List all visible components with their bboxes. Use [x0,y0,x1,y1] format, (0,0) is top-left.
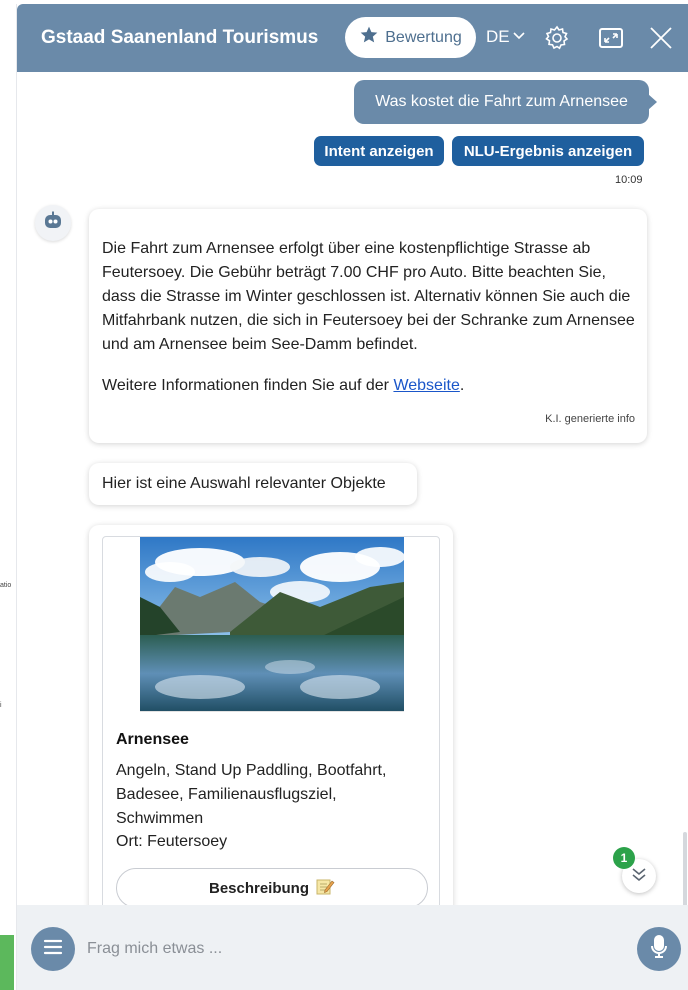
selection-text: Hier ist eine Auswahl relevanter Objekte [102,475,386,492]
microphone-button[interactable] [637,927,681,971]
nlu-result-button[interactable]: NLU-Ergebnis anzeigen [452,136,644,166]
object-card-bubble: Arnensee Angeln, Stand Up Paddling, Boot… [89,525,453,925]
rating-label: Bewertung [385,28,462,46]
description-button[interactable]: Beschreibung [116,868,428,908]
lake-image [140,537,404,712]
card-title: Arnensee [116,731,189,748]
chat-title: Gstaad Saanenland Tourismus [41,27,319,48]
robot-icon [42,211,64,236]
hamburger-icon [43,939,63,960]
intent-button[interactable]: Intent anzeigen [314,136,444,166]
message-input[interactable] [87,932,627,966]
card-activities: Angeln, Stand Up Paddling, Bootfahrt, Ba… [116,762,387,827]
unread-badge: 1 [613,847,635,869]
ai-generated-label: K.I. generierte info [545,413,635,425]
language-select[interactable]: DE [486,27,526,47]
more-info-text: Weitere Informationen finden Sie auf der… [102,377,465,394]
microphone-icon [649,934,669,964]
user-message: Was kostet die Fahrt zum Arnensee [354,80,657,124]
chat-header: Gstaad Saanenland Tourismus Bewertung DE [17,4,688,72]
card-location: Ort: Feutersoey [116,833,228,850]
chat-input-bar [17,905,688,990]
description-label: Beschreibung [208,879,310,897]
background-text: i [0,702,2,709]
close-icon[interactable] [647,24,675,52]
language-label: DE [486,27,510,46]
rating-button[interactable]: Bewertung [345,17,476,58]
background-text: atio [0,582,12,589]
background-page: atio i [0,0,16,990]
menu-button[interactable] [31,927,75,971]
answer-text: Die Fahrt zum Arnensee erfolgt über eine… [102,240,635,353]
chat-widget: Gstaad Saanenland Tourismus Bewertung DE [16,4,688,990]
chat-messages[interactable]: Was kostet die Fahrt zum Arnensee Intent… [17,72,688,952]
star-icon [359,25,379,50]
notepad-icon [315,876,335,900]
gear-icon[interactable] [543,24,571,52]
bot-avatar [35,205,71,241]
selection-bubble: Hier ist eine Auswahl relevanter Objekte [89,463,417,505]
bot-answer-bubble: Die Fahrt zum Arnensee erfolgt über eine… [89,209,647,443]
website-link[interactable]: Webseite [393,377,459,394]
background-green-element [0,935,14,990]
chevron-down-icon [512,27,526,47]
double-chevron-down-icon [629,864,649,889]
message-timestamp: 10:09 [615,174,643,186]
maximize-icon[interactable] [597,24,625,52]
object-card[interactable]: Arnensee Angeln, Stand Up Paddling, Boot… [102,536,440,916]
